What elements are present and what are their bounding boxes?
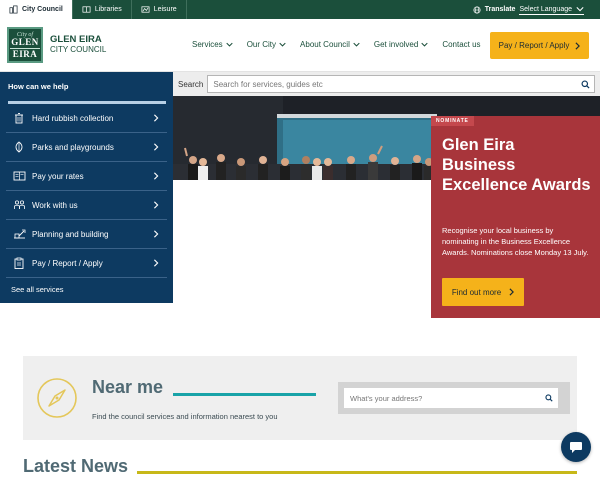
help-item-hard-rubbish[interactable]: Hard rubbish collection xyxy=(6,104,167,133)
site-tab-libraries[interactable]: Libraries xyxy=(73,0,132,19)
nav-contact-us[interactable]: Contact us xyxy=(442,40,480,49)
address-search-button[interactable] xyxy=(540,394,558,402)
rates-icon xyxy=(12,169,26,183)
near-me-section: Near me Find the council services and in… xyxy=(23,356,577,440)
help-panel-title: How can we help xyxy=(8,82,69,91)
chat-bubble-icon xyxy=(570,441,582,453)
near-me-heading: Near me xyxy=(92,377,164,397)
help-item-label: Hard rubbish collection xyxy=(32,113,114,123)
help-item-label: Planning and building xyxy=(32,229,109,239)
chevron-right-icon xyxy=(154,259,159,267)
logo-eira: EIRA xyxy=(12,48,38,59)
translate-label: Translate xyxy=(484,6,516,13)
city-building-icon xyxy=(9,5,18,14)
chevron-right-icon xyxy=(154,114,159,122)
chevron-right-icon xyxy=(154,201,159,209)
site-switcher-bar: City Council Libraries Leisure Translate… xyxy=(0,0,600,19)
globe-icon xyxy=(473,5,481,14)
site-header: City of GLEN EIRA GLEN EIRA CITY COUNCIL… xyxy=(0,19,600,72)
help-item-parks[interactable]: Parks and playgrounds xyxy=(6,133,167,162)
chevron-down-icon xyxy=(421,42,428,47)
site-tab-label: City Council xyxy=(22,6,63,13)
site-search: Search xyxy=(173,72,600,96)
feature-description: Recognise your local business by nominat… xyxy=(442,226,589,257)
leisure-icon xyxy=(141,6,150,13)
leaf-icon xyxy=(12,140,26,154)
near-me-rule xyxy=(173,393,316,396)
chat-button[interactable] xyxy=(561,432,591,462)
chevron-right-icon xyxy=(154,172,159,180)
clipboard-icon xyxy=(12,256,26,270)
how-can-we-help-panel: How can we help Hard rubbish collection … xyxy=(0,72,173,303)
main-nav: Services Our City About Council Get invo… xyxy=(192,40,481,49)
nav-services[interactable]: Services xyxy=(192,40,233,49)
language-select-value: Select Language xyxy=(519,5,572,13)
site-tab-label: Libraries xyxy=(94,6,122,13)
search-icon xyxy=(545,394,553,402)
latest-news-rule xyxy=(137,471,577,474)
nav-about-council[interactable]: About Council xyxy=(300,40,360,49)
people-icon xyxy=(12,198,26,212)
site-tab-label: Leisure xyxy=(153,6,177,13)
chevron-right-icon xyxy=(154,230,159,238)
help-list: Hard rubbish collection Parks and playgr… xyxy=(0,104,173,278)
help-item-label: Pay / Report / Apply xyxy=(32,258,103,268)
help-item-pay-rates[interactable]: Pay your rates xyxy=(6,162,167,191)
nav-get-involved[interactable]: Get involved xyxy=(374,40,428,49)
logo-wordmark: GLEN EIRA CITY COUNCIL xyxy=(50,34,107,54)
chevron-down-icon xyxy=(353,42,360,47)
feature-tag: NOMINATE xyxy=(431,116,474,126)
help-item-pay-report-apply[interactable]: Pay / Report / Apply xyxy=(6,249,167,278)
search-icon xyxy=(580,79,590,89)
language-select[interactable]: Select Language xyxy=(519,5,584,15)
logo-badge: City of GLEN EIRA xyxy=(7,27,43,63)
search-input[interactable] xyxy=(213,79,576,89)
pay-report-apply-button[interactable]: Pay / Report / Apply xyxy=(490,32,589,59)
near-me-subtext: Find the council services and informatio… xyxy=(92,412,278,421)
nav-label: Our City xyxy=(246,40,277,49)
help-item-label: Work with us xyxy=(32,200,78,210)
chevron-right-icon xyxy=(509,288,515,296)
planning-icon xyxy=(12,227,26,241)
site-tab-leisure[interactable]: Leisure xyxy=(132,0,187,19)
search-field xyxy=(207,75,595,93)
book-icon xyxy=(82,6,91,13)
chevron-down-icon xyxy=(279,42,286,47)
find-out-more-button[interactable]: Find out more xyxy=(442,278,524,306)
find-out-more-label: Find out more xyxy=(451,287,502,297)
search-label: Search xyxy=(178,79,204,89)
feature-card: NOMINATE Glen Eira Business Excellence A… xyxy=(431,116,600,318)
cta-label: Pay / Report / Apply xyxy=(498,41,570,50)
translate-widget: Translate Select Language xyxy=(473,0,600,19)
nav-our-city[interactable]: Our City xyxy=(247,40,286,49)
nav-label: Services xyxy=(192,40,223,49)
chevron-right-icon xyxy=(154,143,159,151)
help-item-label: Pay your rates xyxy=(32,171,84,181)
nav-label: Contact us xyxy=(442,40,481,49)
help-item-planning[interactable]: Planning and building xyxy=(6,220,167,249)
latest-news-heading: Latest News xyxy=(23,456,129,476)
address-search xyxy=(338,382,570,414)
chevron-down-icon xyxy=(226,42,233,47)
page: City Council Libraries Leisure Translate… xyxy=(0,0,600,480)
address-field xyxy=(344,388,558,408)
chevron-down-icon xyxy=(576,7,584,12)
search-button[interactable] xyxy=(576,76,594,92)
logo-glen: GLEN xyxy=(11,36,39,47)
nav-label: About Council xyxy=(300,40,350,49)
address-input[interactable] xyxy=(350,393,540,403)
help-item-work-with-us[interactable]: Work with us xyxy=(6,191,167,220)
nav-label: Get involved xyxy=(373,40,419,49)
help-item-label: Parks and playgrounds xyxy=(32,142,114,152)
see-all-services-link[interactable]: See all services xyxy=(11,285,64,294)
compass-icon xyxy=(37,378,77,418)
council-logo[interactable]: City of GLEN EIRA GLEN EIRA CITY COUNCIL xyxy=(7,27,106,63)
bin-icon xyxy=(12,111,26,125)
logo-line-2: CITY COUNCIL xyxy=(50,44,107,54)
chevron-right-icon xyxy=(575,41,581,50)
feature-title: Glen Eira Business Excellence Awards xyxy=(442,136,591,194)
site-tab-city-council[interactable]: City Council xyxy=(0,0,73,19)
